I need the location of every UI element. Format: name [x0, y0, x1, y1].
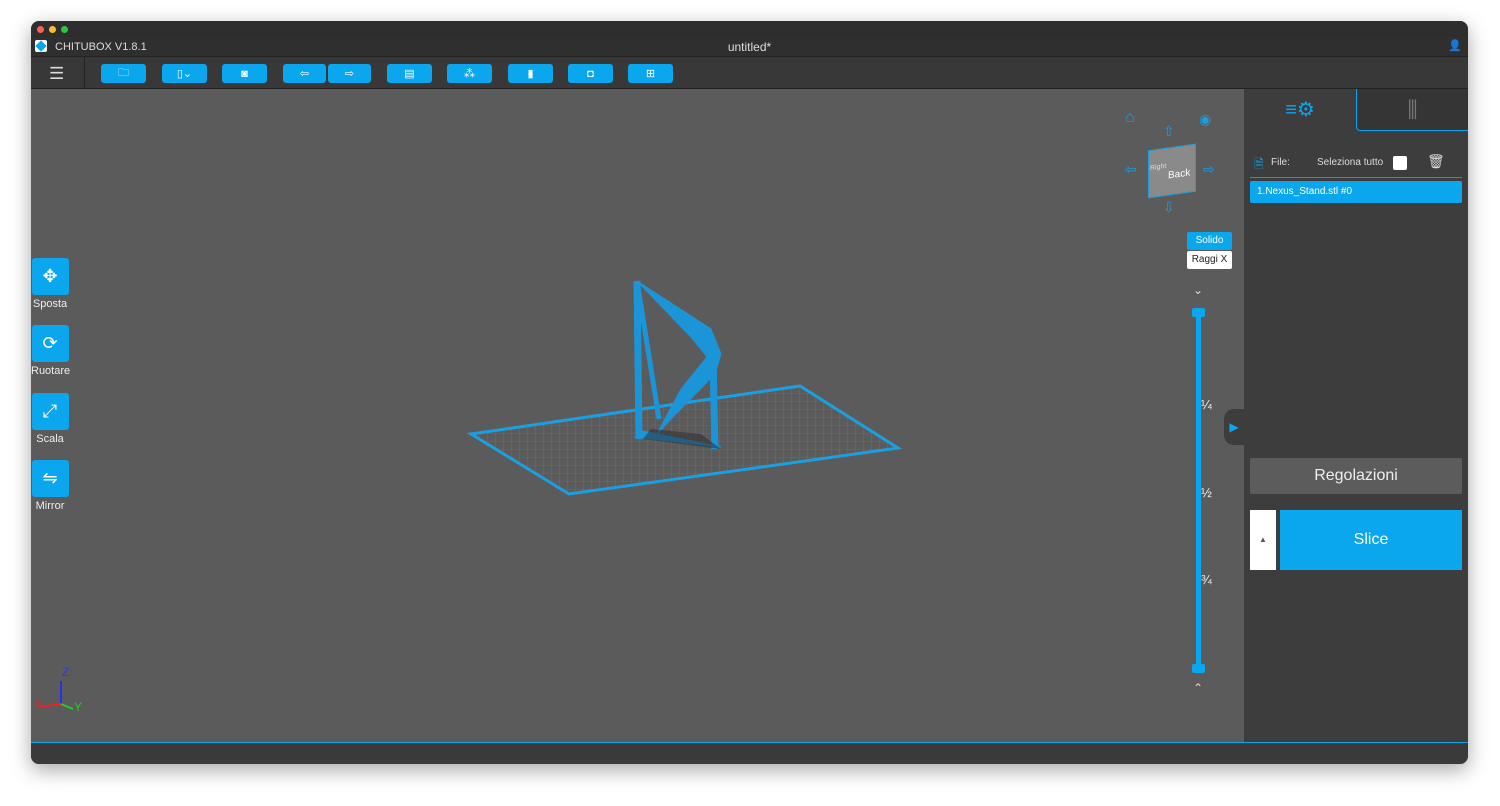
panel-collapse-button[interactable]: ▶ — [1224, 409, 1244, 445]
home-view-icon[interactable]: ⌂ — [1125, 109, 1135, 127]
move-label: Sposta — [32, 298, 68, 310]
view-left-icon[interactable]: ⇦ — [1125, 161, 1137, 178]
mirror-icon: ⇋ — [31, 460, 69, 497]
xray-mode-button[interactable]: Raggi X — [1187, 251, 1232, 269]
minimize-window-button[interactable] — [49, 26, 56, 33]
delete-icon[interactable]: 🗑 — [1427, 153, 1445, 170]
view-cube-face: Back — [1168, 167, 1191, 182]
view-cube[interactable]: Right Back — [1148, 143, 1196, 199]
slice-button[interactable]: Slice — [1280, 510, 1462, 570]
select-all-label: Seleziona tutto — [1317, 157, 1384, 168]
title-bar — [31, 21, 1468, 37]
adjust-button[interactable]: Regolazioni — [1250, 458, 1462, 494]
status-bar — [31, 742, 1468, 764]
import-button[interactable]: ⇦ — [283, 64, 326, 83]
slider-mark-quarter: ¼ — [1201, 397, 1212, 412]
support-table-icon: ⫼ — [1407, 97, 1418, 122]
tab-settings[interactable]: ≡⚙ — [1244, 89, 1356, 131]
mirror-tool[interactable]: ⇋ Mirror — [31, 460, 69, 512]
close-window-button[interactable] — [37, 26, 44, 33]
settings-icon: ≡⚙ — [1285, 99, 1315, 121]
move-tool[interactable]: ✥ Sposta — [31, 258, 69, 310]
arrange-button[interactable]: ⁂ — [447, 64, 492, 83]
axis-z-label: Z — [62, 665, 70, 679]
file-label: File: — [1271, 157, 1290, 168]
rotate-tool[interactable]: ⟳ Ruotare — [31, 325, 71, 377]
support-button[interactable]: ▮ — [508, 64, 553, 83]
axis-indicator — [38, 681, 74, 710]
copy-button[interactable]: ▤ — [387, 64, 432, 83]
document-title: untitled* — [727, 40, 772, 54]
user-icon[interactable]: 👤 — [1448, 39, 1462, 52]
axis-x-label: X — [34, 697, 43, 711]
scale-tool[interactable]: ⤢ Scala — [31, 393, 69, 445]
right-panel: ≡⚙ ⫼ 🗎 File: Seleziona tutto 🗑 1.Nexus_S… — [1244, 89, 1468, 742]
scale-icon: ⤢ — [31, 393, 69, 430]
tab-supports[interactable]: ⫼ — [1356, 89, 1468, 131]
scale-label: Scala — [36, 433, 64, 445]
app-window: CHITUBOX V1.8.1 untitled* 👤 ☰ 🗀 ▯⌄ ◙ ⇦ ⇨… — [31, 21, 1468, 764]
view-down-icon[interactable]: ⇩ — [1163, 199, 1175, 216]
slice-options-button[interactable]: ▲ — [1250, 510, 1276, 570]
export-button[interactable]: ⇨ — [328, 64, 371, 83]
dig-hole-button[interactable]: ⊞ — [628, 64, 673, 83]
open-file-button[interactable]: 🗀 — [101, 64, 146, 83]
select-all-checkbox[interactable] — [1393, 156, 1407, 170]
toolbar: ☰ 🗀 ▯⌄ ◙ ⇦ ⇨ ▤ ⁂ ▮ ◘ ⊞ — [31, 56, 1468, 90]
scene — [38, 280, 903, 710]
save-button[interactable]: ▯⌄ — [162, 64, 207, 83]
slider-up-icon[interactable]: ⌃ — [1193, 681, 1203, 695]
file-list-item[interactable]: 1.Nexus_Stand.stl #0 — [1250, 181, 1462, 203]
layer-slider-bottom-handle[interactable] — [1192, 664, 1205, 673]
mirror-label: Mirror — [35, 500, 65, 512]
axis-y-label: Y — [74, 700, 83, 714]
rotate-label: Ruotare — [31, 365, 71, 377]
view-up-icon[interactable]: ⇧ — [1163, 123, 1175, 140]
3d-viewport[interactable]: Z X Y ✥ Sposta ⟳ Ruotare ⤢ Scala ⇋ Mirror ⌂ … — [31, 89, 1244, 742]
view-cube-side: Right — [1150, 162, 1167, 173]
file-icon: 🗎 — [1254, 157, 1264, 171]
eye-icon[interactable]: ◉ — [1199, 111, 1211, 128]
rotate-icon: ⟳ — [31, 325, 69, 362]
maximize-window-button[interactable] — [61, 26, 68, 33]
slider-down-icon[interactable]: ⌄ — [1193, 283, 1203, 297]
slider-mark-three-quarter: ¾ — [1201, 572, 1212, 587]
hollow-button[interactable]: ◘ — [568, 64, 613, 83]
app-header: CHITUBOX V1.8.1 untitled* 👤 — [31, 37, 1468, 56]
solid-mode-button[interactable]: Solido — [1187, 232, 1232, 250]
view-right-icon[interactable]: ⇨ — [1203, 161, 1215, 178]
slider-mark-half: ½ — [1201, 485, 1212, 500]
move-icon: ✥ — [31, 258, 69, 295]
menu-icon[interactable]: ☰ — [49, 65, 64, 82]
screenshot-button[interactable]: ◙ — [222, 64, 267, 83]
layer-slider-top-handle[interactable] — [1192, 308, 1205, 317]
